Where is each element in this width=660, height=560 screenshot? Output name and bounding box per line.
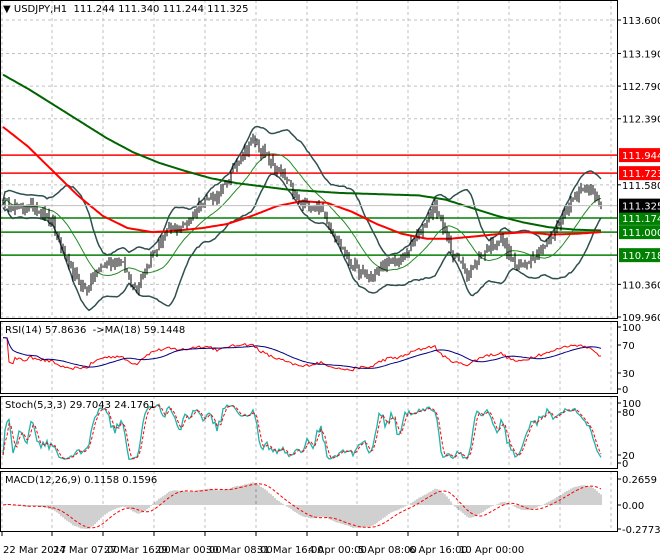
stoch-tick-label: 0 bbox=[622, 459, 628, 470]
symbol-label: USDJPY,H1 bbox=[13, 4, 68, 15]
chart-header: ▼ USDJPY,H1 111.244 111.340 111.244 111.… bbox=[3, 4, 248, 15]
macd-histogram bbox=[4, 482, 602, 529]
stoch-tick-label: 80 bbox=[622, 408, 635, 419]
price-tick-label: 112.790 bbox=[622, 82, 660, 93]
panel-border bbox=[0, 0, 618, 319]
price-tick-label: 111.580 bbox=[622, 181, 660, 192]
rsi-ma-line bbox=[3, 337, 602, 369]
level-label: 110.718 bbox=[622, 251, 660, 262]
macd-tick-label: 0.2659 bbox=[622, 475, 657, 486]
rsi-tick-label: 100 bbox=[622, 323, 641, 334]
level-label: 111.174 bbox=[622, 214, 660, 225]
candles bbox=[2, 133, 602, 296]
rsi-tick-label: 0 bbox=[622, 385, 628, 396]
price-tick-label: 112.390 bbox=[622, 115, 660, 126]
macd-tick-label: -0.2773 bbox=[622, 525, 660, 536]
stoch-signal-line bbox=[2, 404, 602, 460]
time-label: 10 Apr 00:00 bbox=[459, 545, 524, 556]
level-label: 111.000 bbox=[622, 228, 660, 239]
bollinger-band bbox=[2, 173, 602, 312]
grid bbox=[0, 0, 617, 531]
ohlc-readout: 111.244 111.340 111.244 111.325 bbox=[73, 4, 249, 15]
dropdown-triangle-icon[interactable]: ▼ bbox=[3, 4, 14, 15]
level-label: 111.944 bbox=[622, 151, 660, 162]
price-tick-label: 113.600 bbox=[622, 16, 660, 27]
price-tick-label: 110.360 bbox=[622, 280, 660, 291]
macd-header: MACD(12,26,9) 0.1158 0.1596 bbox=[5, 475, 158, 486]
macd-tick-label: 0.00 bbox=[622, 501, 644, 512]
stoch-header: Stoch(5,3,3) 29.7043 24.1761 bbox=[5, 400, 156, 411]
level-label: 111.723 bbox=[622, 169, 660, 180]
rsi-line bbox=[3, 337, 602, 372]
rsi-header: RSI(14) 57.8636 ->MA(18) 59.1448 bbox=[5, 325, 186, 336]
chart-window: 113.600 113.190 112.790 112.390 111.580 110.3… bbox=[0, 0, 660, 560]
price-tick-label: 113.190 bbox=[622, 49, 660, 60]
rsi-tick-label: 70 bbox=[622, 341, 635, 352]
last-price-label: 111.325 bbox=[622, 202, 660, 213]
rsi-tick-label: 30 bbox=[622, 369, 635, 380]
